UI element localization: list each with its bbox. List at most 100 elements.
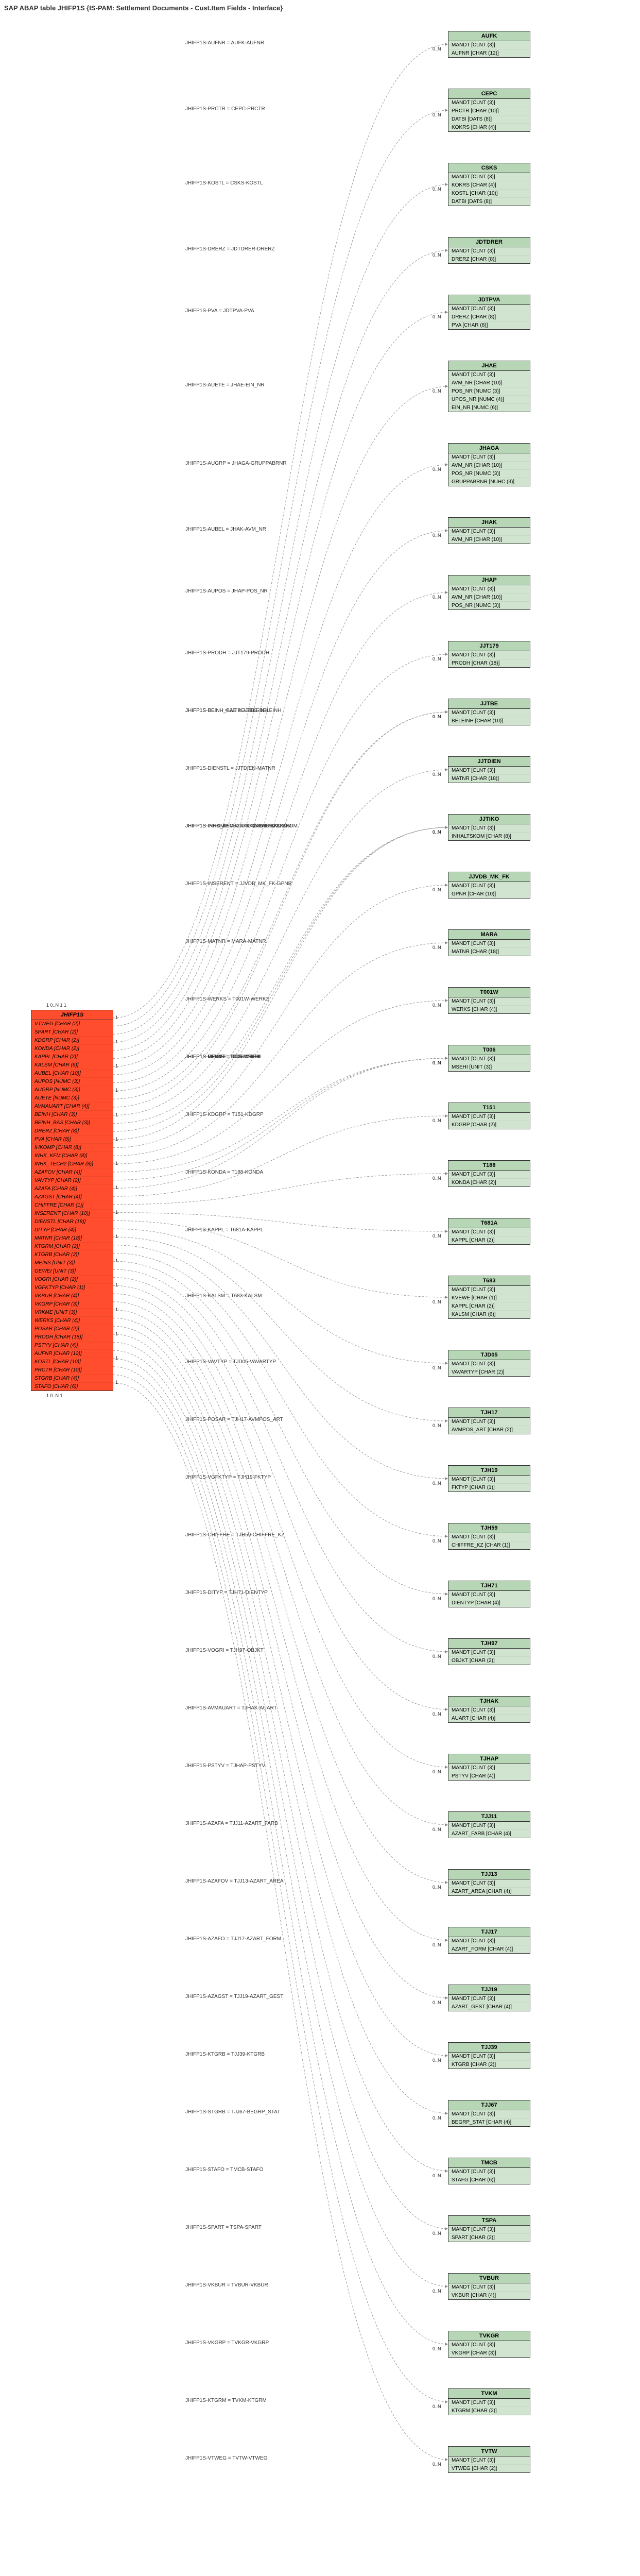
table-tspa[interactable]: TSPAMANDT [CLNT (3)]SPART [CHAR (2)] — [448, 2215, 530, 2242]
table-t681a[interactable]: T681AMANDT [CLNT (3)]KAPPL [CHAR (2)] — [448, 1218, 530, 1245]
table-jdtdrer[interactable]: JDTDRERMANDT [CLNT (3)]DRERZ [CHAR (8)] — [448, 237, 530, 264]
table-field: KTGRM [CHAR (2)] — [448, 2407, 530, 2415]
table-field: AUART [CHAR (4)] — [448, 1715, 530, 1722]
relation-edge — [113, 250, 448, 1042]
table-jhak[interactable]: JHAKMANDT [CLNT (3)]AVM_NR [CHAR (10)] — [448, 517, 530, 544]
table-field: AVMAUART [CHAR (4)] — [31, 1103, 113, 1111]
table-tjh59[interactable]: TJH59MANDT [CLNT (3)]CHIFFRE_KZ [CHAR (1… — [448, 1523, 530, 1550]
table-field: INHK_KFM [CHAR (8)] — [31, 1152, 113, 1160]
relation-edge — [113, 1261, 448, 1594]
relation-edge — [113, 1383, 448, 2460]
table-jhae[interactable]: JHAEMANDT [CLNT (3)]AVM_NR [CHAR (10)]PO… — [448, 361, 530, 412]
table-title: TJJ17 — [448, 1927, 530, 1937]
table-tjd05[interactable]: TJD05MANDT [CLNT (3)]VAVARTYP [CHAR (2)] — [448, 1350, 530, 1377]
table-mara[interactable]: MARAMANDT [CLNT (3)]MATNR [CHAR (18)] — [448, 929, 530, 956]
cardinality-near: 0..N — [433, 2231, 441, 2236]
table-field: DRERZ [CHAR (8)] — [448, 256, 530, 263]
table-field: INHALTSKOM [CHAR (8)] — [448, 833, 530, 840]
table-field: STGRB [CHAR (4)] — [31, 1375, 113, 1383]
table-jhaga[interactable]: JHAGAMANDT [CLNT (3)]AVM_NR [CHAR (10)]P… — [448, 443, 530, 486]
table-tvbur[interactable]: TVBURMANDT [CLNT (3)]VKBUR [CHAR (4)] — [448, 2273, 530, 2300]
table-tjj39[interactable]: TJJ39MANDT [CLNT (3)]KTGRB [CHAR (2)] — [448, 2042, 530, 2069]
table-field: MANDT [CLNT (3)] — [448, 2283, 530, 2292]
table-t001w[interactable]: T001WMANDT [CLNT (3)]WERKS [CHAR (4)] — [448, 987, 530, 1014]
table-t151[interactable]: T151MANDT [CLNT (3)]KDGRP [CHAR (2)] — [448, 1103, 530, 1129]
table-title: TJH59 — [448, 1523, 530, 1533]
table-field: VTWEG [CHAR (2)] — [31, 1020, 113, 1028]
table-tvkm[interactable]: TVKMMANDT [CLNT (3)]KTGRM [CHAR (2)] — [448, 2388, 530, 2415]
table-field: MANDT [CLNT (3)] — [448, 1995, 530, 2003]
cardinality-far: 1 — [115, 1234, 118, 1239]
table-tjhak[interactable]: TJHAKMANDT [CLNT (3)]AUART [CHAR (4)] — [448, 1696, 530, 1723]
table-title: JJTIKO — [448, 815, 530, 824]
cardinality-near: 0..N — [433, 656, 441, 662]
table-title: JDTPVA — [448, 295, 530, 305]
table-tjh17[interactable]: TJH17MANDT [CLNT (3)]AVMPOS_ART [CHAR (2… — [448, 1408, 530, 1434]
table-field: KAPPL [CHAR (2)] — [448, 1236, 530, 1244]
table-csks[interactable]: CSKSMANDT [CLNT (3)]KOKRS [CHAR (4)]KOST… — [448, 163, 530, 206]
table-field: PRCTR [CHAR (10)] — [31, 1366, 113, 1375]
table-tvkgr[interactable]: TVKGRMANDT [CLNT (3)]VKGRP [CHAR (3)] — [448, 2331, 530, 2358]
cardinality-near: 0..N — [433, 1176, 441, 1181]
relation-edge — [113, 654, 448, 1091]
relation-label: JHIFP1S-KTGRB = TJJ39-KTGRB — [185, 2052, 265, 2057]
cardinality-near: 0..N — [433, 1118, 441, 1123]
table-title: JJTDIEN — [448, 757, 530, 767]
table-field: BEINH [CHAR (3)] — [31, 1111, 113, 1119]
table-field: MANDT [CLNT (3)] — [448, 2226, 530, 2234]
relation-label: JHIFP1S-POSAR = TJH17-AVMPOS_ART — [185, 1417, 283, 1422]
table-field: KONDA [CHAR (2)] — [31, 1045, 113, 1053]
table-title: TJH19 — [448, 1466, 530, 1476]
cardinality-near: 0..N — [433, 945, 441, 950]
table-field: SPART [CHAR (2)] — [448, 2234, 530, 2242]
cardinality-near: 0..N — [433, 887, 441, 892]
table-field: WERKS [CHAR (4)] — [448, 1006, 530, 1013]
table-field: AZAFOV [CHAR (4)] — [31, 1168, 113, 1177]
table-field: MANDT [CLNT (3)] — [448, 1418, 530, 1426]
table-jhifp1s[interactable]: JHIFP1SVTWEG [CHAR (2)]SPART [CHAR (2)]K… — [31, 1010, 113, 1391]
relation-edge — [113, 1326, 448, 2056]
table-tjh97[interactable]: TJH97MANDT [CLNT (3)]OBJKT [CHAR (2)] — [448, 1638, 530, 1665]
table-t188[interactable]: T188MANDT [CLNT (3)]KONDA [CHAR (2)] — [448, 1160, 530, 1187]
cardinality-far: 1 — [115, 1185, 118, 1190]
relation-edge — [113, 1058, 448, 1180]
table-jjtdien[interactable]: JJTDIENMANDT [CLNT (3)]MATNR [CHAR (18)] — [448, 756, 530, 783]
table-t006[interactable]: T006MANDT [CLNT (3)]MSEHI [UNIT (3)] — [448, 1045, 530, 1072]
table-field: BEGRP_STAT [CHAR (4)] — [448, 2119, 530, 2126]
table-tjj19[interactable]: TJJ19MANDT [CLNT (3)]AZART_GEST [CHAR (4… — [448, 1985, 530, 2011]
table-jjvdb_mk_fk[interactable]: JJVDB_MK_FKMANDT [CLNT (3)]GPNR [CHAR (1… — [448, 872, 530, 899]
table-jjtbe[interactable]: JJTBEMANDT [CLNT (3)]BELEINH [CHAR (10)] — [448, 699, 530, 725]
table-tmcb[interactable]: TMCBMANDT [CLNT (3)]STAFG [CHAR (6)] — [448, 2158, 530, 2184]
relation-edge — [113, 827, 448, 1131]
table-tjj13[interactable]: TJJ13MANDT [CLNT (3)]AZART_AREA [CHAR (4… — [448, 1869, 530, 1896]
table-tjj17[interactable]: TJJ17MANDT [CLNT (3)]AZART_FORM [CHAR (4… — [448, 1927, 530, 1954]
relation-label: JHIFP1S-AUETE = JHAE-EIN_NR — [185, 382, 265, 388]
table-jjtiko[interactable]: JJTIKOMANDT [CLNT (3)]INHALTSKOM [CHAR (… — [448, 814, 530, 841]
table-aufk[interactable]: AUFKMANDT [CLNT (3)]AUFNR [CHAR (12)] — [448, 31, 530, 58]
cardinality-far: 1 — [115, 1063, 118, 1069]
table-jhap[interactable]: JHAPMANDT [CLNT (3)]AVM_NR [CHAR (10)]PO… — [448, 575, 530, 610]
table-field: VRKME [UNIT (3)] — [31, 1309, 113, 1317]
table-field: VKBUR [CHAR (4)] — [448, 2292, 530, 2299]
cardinality-near: 0..N — [433, 1423, 441, 1428]
table-jjt179[interactable]: JJT179MANDT [CLNT (3)]PRODH [CHAR (18)] — [448, 641, 530, 668]
table-field: KOKRS [CHAR (4)] — [448, 124, 530, 131]
table-t683[interactable]: T683MANDT [CLNT (3)]KVEWE [CHAR (1)]KAPP… — [448, 1276, 530, 1319]
table-tjh71[interactable]: TJH71MANDT [CLNT (3)]DIENTYP [CHAR (4)] — [448, 1581, 530, 1607]
table-field: MANDT [CLNT (3)] — [448, 1591, 530, 1599]
table-field: VTWEG [CHAR (2)] — [448, 2465, 530, 2472]
table-tjj11[interactable]: TJJ11MANDT [CLNT (3)]AZART_FARB [CHAR (4… — [448, 1811, 530, 1838]
table-field: VKGRP [CHAR (3)] — [448, 2349, 530, 2357]
table-title: T188 — [448, 1161, 530, 1171]
table-field: DATBI [DATS (8)] — [448, 198, 530, 206]
table-tjh19[interactable]: TJH19MANDT [CLNT (3)]FKTYP [CHAR (1)] — [448, 1465, 530, 1492]
table-jdtpva[interactable]: JDTPVAMANDT [CLNT (3)]DRERZ [CHAR (8)]PV… — [448, 295, 530, 330]
table-tjhap[interactable]: TJHAPMANDT [CLNT (3)]PSTYV [CHAR (4)] — [448, 1754, 530, 1781]
table-field: KTGRM [CHAR (2)] — [31, 1243, 113, 1251]
table-tjj67[interactable]: TJJ67MANDT [CLNT (3)]BEGRP_STAT [CHAR (4… — [448, 2100, 530, 2127]
table-title: TJJ11 — [448, 1812, 530, 1822]
table-cepc[interactable]: CEPCMANDT [CLNT (3)]PRCTR [CHAR (10)]DAT… — [448, 89, 530, 132]
table-tvtw[interactable]: TVTWMANDT [CLNT (3)]VTWEG [CHAR (2)] — [448, 2446, 530, 2473]
cardinality-near: 0..N — [433, 388, 441, 394]
relation-edge — [113, 312, 448, 1050]
